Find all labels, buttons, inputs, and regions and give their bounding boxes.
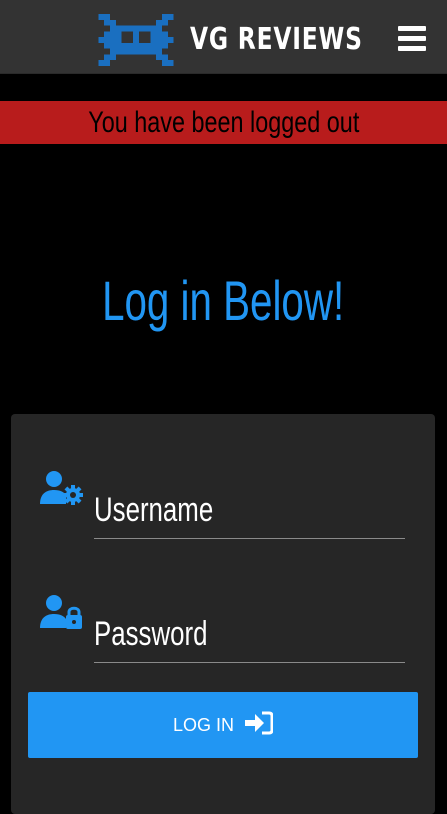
- logout-alert: You have been logged out: [0, 101, 447, 144]
- user-lock-icon: [40, 595, 82, 629]
- page-title: Log in Below!: [0, 268, 447, 334]
- sign-in-icon: [245, 711, 274, 735]
- username-field[interactable]: Username: [94, 482, 405, 539]
- space-invader-icon[interactable]: [97, 14, 175, 66]
- top-navbar: VG REVIEWS: [0, 0, 447, 74]
- brand-name[interactable]: VG REVIEWS: [190, 20, 363, 60]
- login-form: Username Password LOG IN: [11, 414, 435, 814]
- username-placeholder: Username: [94, 491, 214, 529]
- password-field[interactable]: Password: [94, 606, 405, 663]
- hamburger-menu-icon[interactable]: [398, 26, 426, 52]
- login-button[interactable]: LOG IN: [28, 692, 418, 758]
- password-placeholder: Password: [94, 615, 208, 653]
- login-button-label: LOG IN: [172, 715, 234, 735]
- user-gear-icon: [40, 471, 83, 505]
- alert-message: You have been logged out: [87, 106, 360, 139]
- page-title-text: Log in Below!: [102, 269, 345, 332]
